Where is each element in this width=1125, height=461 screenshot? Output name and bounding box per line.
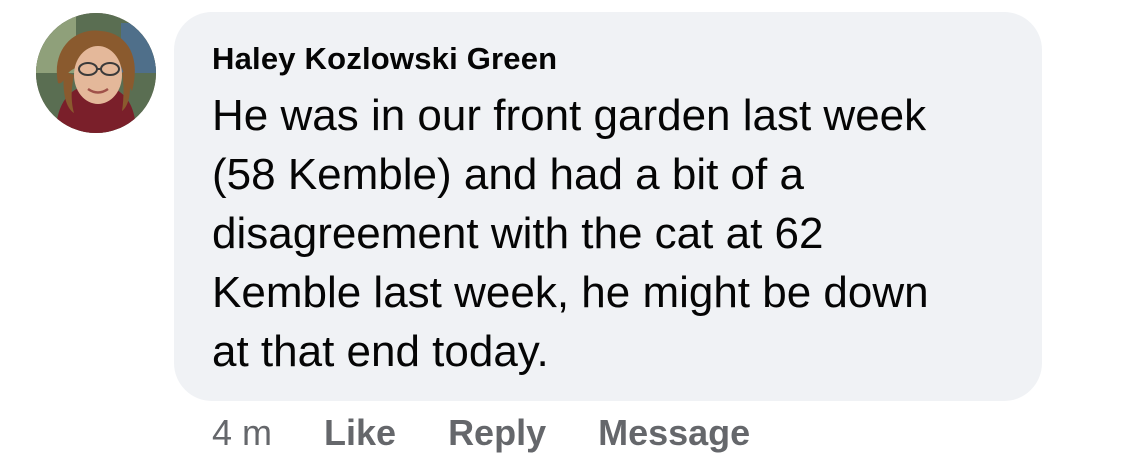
like-button[interactable]: Like (324, 412, 396, 454)
comment-line: (58 Kemble) and had a bit of a (212, 150, 804, 199)
author-name[interactable]: Haley Kozlowski Green (212, 40, 1012, 78)
comment: Haley Kozlowski Green He was in our fron… (0, 0, 1125, 461)
reply-button[interactable]: Reply (448, 412, 546, 454)
avatar-image (36, 13, 156, 133)
comment-line: at that end today. (212, 327, 549, 376)
comment-text: He was in our front garden last week (58 … (212, 86, 1012, 381)
comment-line: He was in our front garden last week (212, 91, 927, 140)
comment-bubble: Haley Kozlowski Green He was in our fron… (174, 12, 1042, 401)
avatar[interactable] (36, 13, 156, 133)
comment-line: Kemble last week, he might be down (212, 268, 929, 317)
message-button[interactable]: Message (598, 412, 750, 454)
comment-line: disagreement with the cat at 62 (212, 209, 824, 258)
comment-actions: 4 m Like Reply Message (212, 411, 802, 455)
timestamp[interactable]: 4 m (212, 412, 272, 454)
